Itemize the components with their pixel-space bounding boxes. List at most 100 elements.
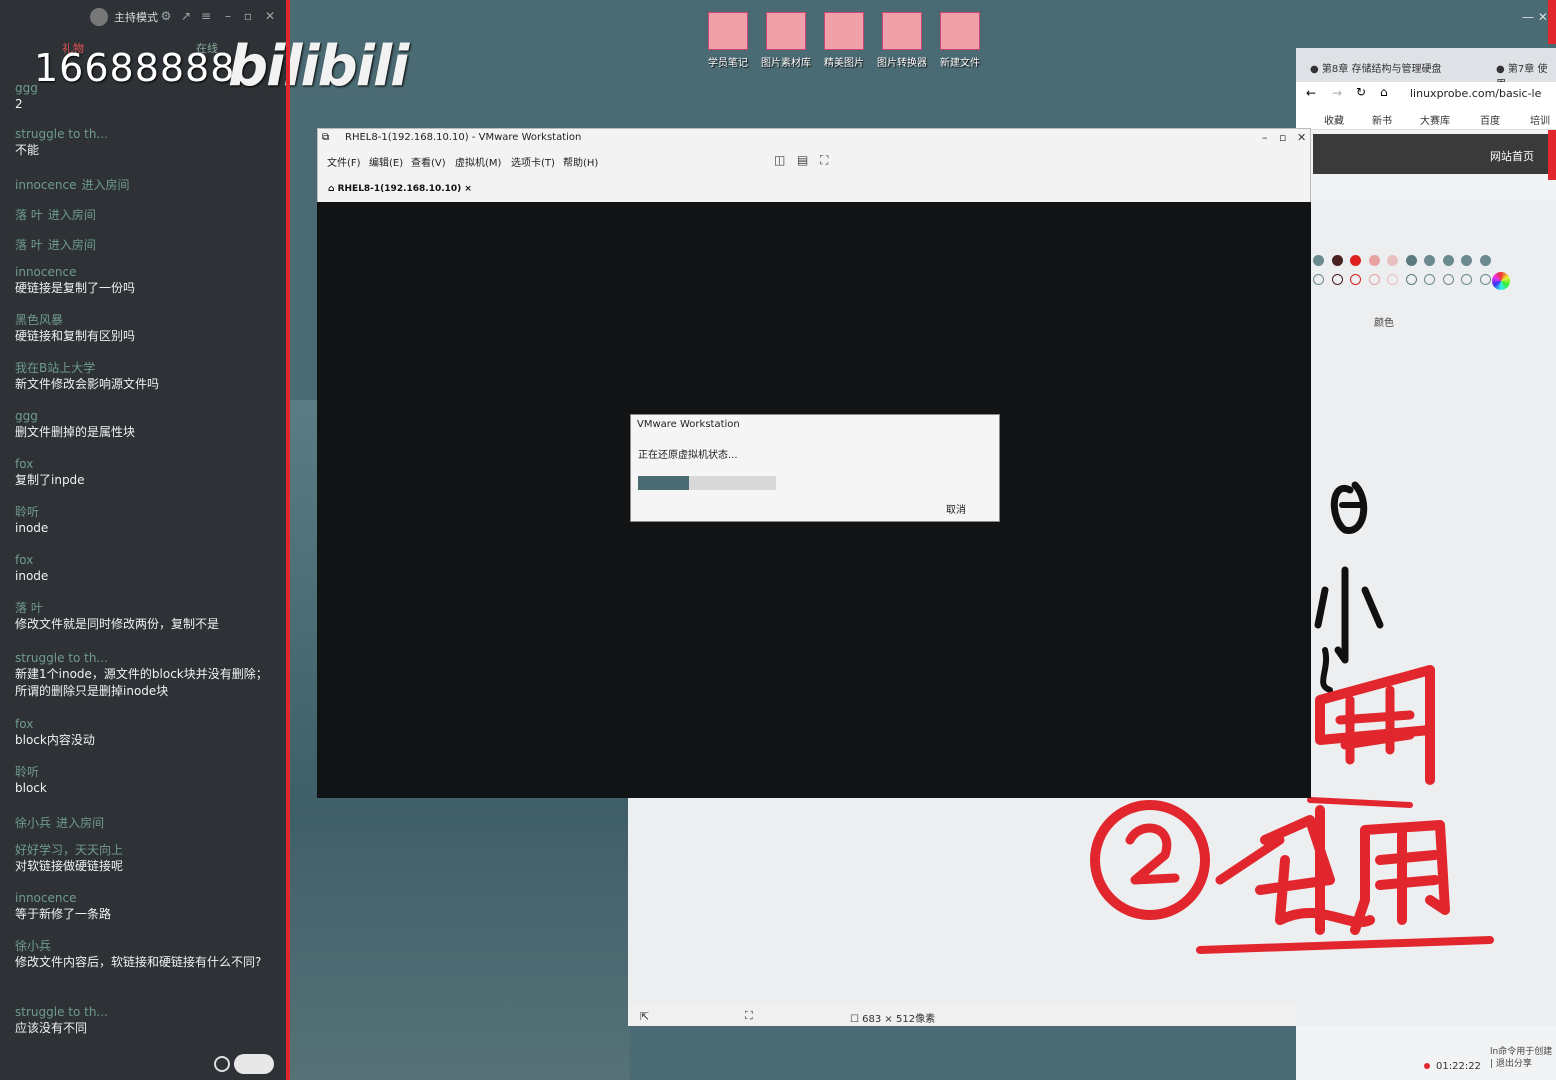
color-swatch[interactable]: [1350, 274, 1361, 285]
color-swatch[interactable]: [1479, 274, 1491, 285]
minimize-icon[interactable]: –: [1262, 131, 1268, 144]
color-swatch[interactable]: [1350, 255, 1361, 266]
color-swatch[interactable]: [1461, 255, 1472, 266]
desktop-icon-images[interactable]: 精美图片: [814, 12, 874, 69]
desktop-icon-new-file[interactable]: 新建文件: [930, 12, 990, 69]
chat-message: 落 叶 进入房间: [15, 204, 277, 223]
chat-username[interactable]: fox: [15, 456, 277, 472]
color-swatch[interactable]: [1387, 255, 1398, 266]
home-icon[interactable]: ⌂: [1380, 85, 1388, 99]
color-swatch[interactable]: [1442, 274, 1454, 285]
chat-text: 修改文件内容后，软链接和硬链接有什么不同?: [15, 955, 262, 969]
color-swatch[interactable]: [1424, 255, 1435, 266]
vm-tab[interactable]: ⌂ RHEL8-1(192.168.10.10) ×: [328, 184, 472, 194]
site-home-link[interactable]: 网站首页: [1490, 148, 1534, 164]
chat-username[interactable]: 黑色风暴: [15, 312, 277, 328]
chat-username[interactable]: 我在B站上大学: [15, 360, 277, 376]
color-swatch[interactable]: [1331, 255, 1343, 266]
browser-tab[interactable]: ● 第8章 存储结构与管理硬盘: [1310, 60, 1441, 75]
chat-username[interactable]: innocence: [15, 178, 76, 192]
chat-username[interactable]: innocence: [15, 264, 277, 280]
color-swatch[interactable]: [1424, 274, 1435, 285]
chat-username[interactable]: 聆听: [15, 764, 277, 780]
chat-text: 不能: [15, 143, 40, 157]
chat-text: 应该没有不同: [15, 1021, 88, 1035]
menu-icon[interactable]: ≡: [200, 10, 212, 22]
chat-username[interactable]: 徐小兵: [15, 816, 51, 830]
desktop-icon-image-library[interactable]: 图片素材库: [756, 12, 816, 69]
chat-username[interactable]: innocence: [15, 890, 277, 906]
bookmark-item[interactable]: 大赛库: [1420, 112, 1450, 127]
popout-icon[interactable]: ↗: [180, 10, 192, 22]
color-swatch[interactable]: [1405, 274, 1417, 285]
screen-edge-marker: [1548, 0, 1556, 44]
folder-icon: [824, 12, 864, 50]
chat-message: fox block内容没动: [15, 716, 277, 749]
share-notice[interactable]: ln命令用于创建 | 退出分享: [1490, 1046, 1556, 1070]
chat-username[interactable]: 落 叶: [15, 600, 277, 616]
bookmark-item[interactable]: 培训: [1530, 112, 1550, 127]
chat-username[interactable]: fox: [15, 552, 277, 568]
settings-icon[interactable]: ⚙: [160, 10, 172, 22]
bookmark-item[interactable]: 百度: [1480, 112, 1500, 127]
host-mode-indicator[interactable]: 主持模式: [90, 8, 158, 26]
chat-text: 修改文件就是同时修改两份，复制不是: [15, 617, 220, 631]
chat-username[interactable]: 落 叶: [15, 208, 43, 222]
chat-username[interactable]: ggg: [15, 408, 277, 424]
split-view-icon[interactable]: ◫: [774, 153, 785, 167]
emoji-icon[interactable]: [214, 1056, 230, 1072]
window-controls-icon[interactable]: — ✕: [1522, 10, 1548, 24]
chat-text: 等于新修了一条路: [15, 907, 112, 921]
color-swatch[interactable]: [1313, 274, 1324, 285]
stream-timer: 01:22:22: [1436, 1061, 1481, 1072]
menu-vm[interactable]: 虚拟机(M): [455, 154, 501, 169]
back-icon[interactable]: ←: [1306, 86, 1316, 100]
color-swatch[interactable]: [1405, 255, 1417, 266]
chat-username[interactable]: 落 叶: [15, 238, 43, 252]
menu-view[interactable]: 查看(V): [411, 154, 446, 169]
color-swatch[interactable]: [1442, 255, 1454, 266]
chat-username[interactable]: 好好学习，天天向上: [15, 842, 277, 858]
chat-username[interactable]: struggle to th...: [15, 1004, 277, 1020]
desktop-icon-image-converter[interactable]: 图片转换器: [872, 12, 932, 69]
bookmark-item[interactable]: 收藏: [1324, 112, 1344, 127]
menu-help[interactable]: 帮助(H): [563, 154, 598, 169]
chat-message: 我在B站上大学 新文件修改会影响源文件吗: [15, 360, 277, 393]
menu-file[interactable]: 文件(F): [327, 154, 361, 169]
chat-username[interactable]: 徐小兵: [15, 938, 277, 954]
color-swatch[interactable]: [1368, 274, 1380, 285]
console-view-icon[interactable]: ▤: [797, 153, 808, 167]
chat-input[interactable]: [234, 1054, 274, 1074]
cancel-button[interactable]: 取消: [946, 501, 966, 516]
color-swatch[interactable]: [1313, 255, 1324, 266]
minimize-icon[interactable]: –: [222, 10, 234, 22]
close-icon[interactable]: ✕: [1297, 131, 1306, 144]
desktop-icon-notes[interactable]: 学员笔记: [698, 12, 758, 69]
color-swatch[interactable]: [1387, 274, 1398, 285]
color-picker-icon[interactable]: [1492, 272, 1510, 290]
enter-room-notice: 进入房间: [47, 238, 96, 252]
bookmark-item[interactable]: 新书: [1372, 112, 1392, 127]
chat-message: innocence 进入房间: [15, 174, 277, 193]
color-swatch[interactable]: [1331, 274, 1343, 285]
address-bar[interactable]: linuxprobe.com/basic-le: [1410, 87, 1541, 100]
menu-tabs[interactable]: 选项卡(T): [511, 154, 555, 169]
reload-icon[interactable]: ↻: [1356, 85, 1366, 99]
chat-username[interactable]: 聆听: [15, 504, 277, 520]
color-swatch[interactable]: [1368, 255, 1380, 266]
chat-username[interactable]: fox: [15, 716, 277, 732]
chat-username[interactable]: struggle to th...: [15, 650, 277, 666]
close-icon[interactable]: ✕: [264, 10, 276, 22]
menu-edit[interactable]: 编辑(E): [369, 154, 403, 169]
maximize-icon[interactable]: ▫: [1279, 131, 1286, 144]
forward-icon[interactable]: →: [1332, 86, 1342, 100]
fullscreen-icon[interactable]: ⛶: [820, 153, 828, 168]
chat-text: inode: [15, 521, 49, 535]
color-swatch[interactable]: [1479, 255, 1491, 266]
screen-edge-marker: [1548, 130, 1556, 180]
color-swatch[interactable]: [1461, 274, 1472, 285]
maximize-icon[interactable]: ▫: [242, 10, 254, 22]
chat-text: block: [15, 781, 47, 795]
chat-text: 新建1个inode，源文件的block块并没有删除；所谓的删除只是删掉inode…: [15, 667, 268, 698]
chat-username[interactable]: struggle to th...: [15, 126, 277, 142]
